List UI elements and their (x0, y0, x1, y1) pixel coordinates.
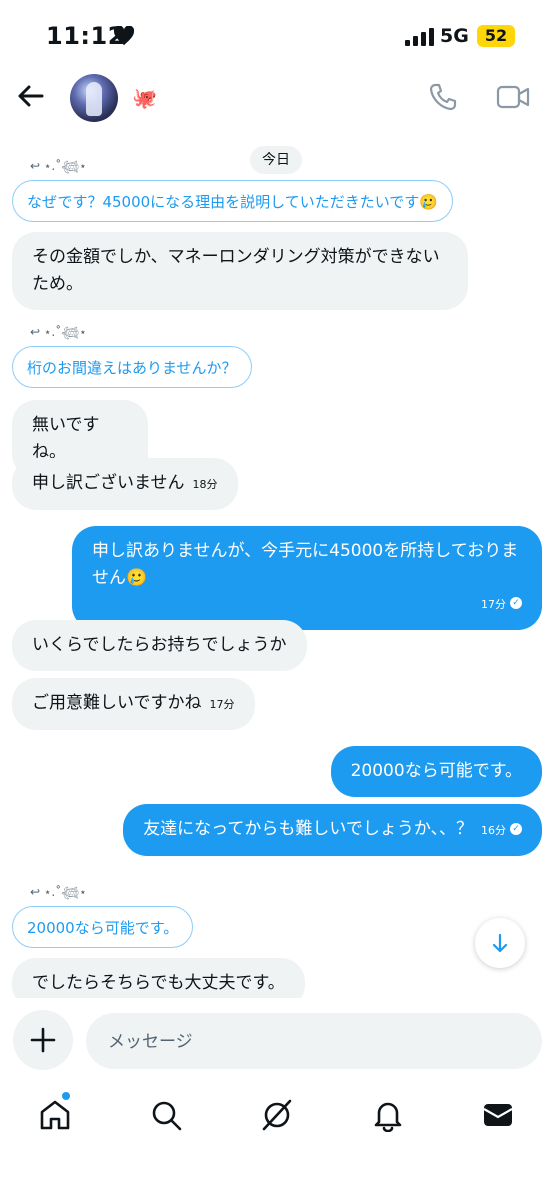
message-input[interactable] (106, 1013, 530, 1071)
quoted-message[interactable]: なぜです？45000になる理由を説明していただきたいです🥲 (12, 180, 453, 222)
grok-icon[interactable] (260, 1098, 294, 1132)
notification-dot (62, 1092, 70, 1100)
message-input-container (86, 1013, 542, 1071)
messages-icon[interactable] (481, 1098, 515, 1132)
heart-icon (113, 26, 135, 46)
reply-indicator: ↩ ⋆.˚𓆉⋆ (30, 325, 87, 339)
arrow-down-icon (492, 933, 508, 953)
bottom-tab-bar (0, 1082, 554, 1200)
reply-indicator: ↩ ⋆.˚𓆉⋆ (30, 885, 87, 899)
quoted-message[interactable]: 桁のお間違えはありませんか？ (12, 346, 252, 388)
battery-indicator: 52 (477, 25, 515, 47)
message-text: でしたらそちらでも大丈夫です。 (32, 973, 285, 993)
read-check-icon: ✓ (510, 823, 522, 835)
compose-bar (0, 1010, 554, 1072)
message-text: いくらでしたらお持ちでしょうか (32, 635, 287, 655)
home-icon[interactable] (38, 1098, 72, 1132)
network-type: 5G (440, 25, 469, 47)
conversation-header: 🐙 (0, 62, 554, 136)
plus-icon (30, 1027, 56, 1053)
back-arrow-icon[interactable] (14, 80, 46, 112)
message-time: 16分 (481, 824, 506, 837)
message-list[interactable]: 今日 ↩ ⋆.˚𓆉⋆ なぜです？45000になる理由を説明していただきたいです🥲… (0, 136, 554, 998)
message-time: 17分 (481, 598, 506, 611)
incoming-message[interactable]: いくらでしたらお持ちでしょうか (12, 620, 307, 671)
outgoing-message[interactable]: 20000なら可能です。 (330, 746, 542, 797)
incoming-message[interactable]: でしたらそちらでも大丈夫です。 (12, 958, 305, 998)
status-bar: 11:12 5G 52 (0, 0, 554, 62)
message-text: 無いですね。 (32, 415, 100, 462)
scroll-to-bottom-button[interactable] (475, 918, 525, 968)
outgoing-message[interactable]: 申し訳ありませんが、今手元に45000を所持しておりません🥲 17分 ✓ (72, 526, 542, 630)
bell-icon[interactable] (371, 1098, 405, 1132)
message-text: その金額でしか、マネーロンダリング対策ができないため。 (32, 247, 440, 294)
message-time: 17分 (209, 698, 235, 711)
add-attachment-button[interactable] (13, 1010, 73, 1070)
avatar[interactable] (70, 74, 118, 122)
incoming-message[interactable]: 申し訳ございません 18分 (12, 458, 238, 510)
phone-icon[interactable] (428, 82, 458, 112)
read-check-icon: ✓ (510, 597, 522, 609)
message-text: 友達になってからも難しいでしょうか、、？ (143, 819, 473, 839)
quoted-message[interactable]: 20000なら可能です。 (12, 906, 194, 948)
message-time: 18分 (192, 478, 218, 491)
signal-icon (405, 28, 434, 46)
message-text: 申し訳ございません (32, 473, 185, 493)
video-call-icon[interactable] (496, 84, 530, 110)
message-text: ご用意難しいですかね (32, 693, 202, 713)
octopus-emoji: 🐙 (132, 86, 157, 110)
date-separator: 今日 (250, 146, 302, 174)
reply-indicator: ↩ ⋆.˚𓆉⋆ (30, 159, 87, 173)
message-text: 20000なら可能です。 (350, 761, 522, 781)
incoming-message[interactable]: その金額でしか、マネーロンダリング対策ができないため。 (12, 232, 468, 310)
message-text: 申し訳ありませんが、今手元に45000を所持しておりません🥲 (92, 541, 519, 588)
outgoing-message[interactable]: 友達になってからも難しいでしょうか、、？ 16分 ✓ (123, 804, 542, 856)
incoming-message[interactable]: ご用意難しいですかね 17分 (12, 678, 255, 730)
search-icon[interactable] (149, 1098, 183, 1132)
